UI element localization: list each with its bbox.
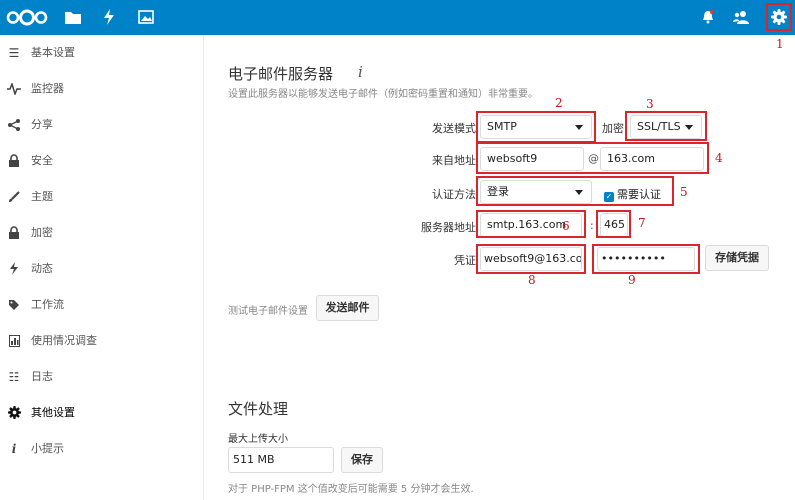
log-icon: ☷ (8, 370, 20, 384)
port-separator: : (590, 219, 594, 232)
auth-method-label: 认证方法 (432, 188, 476, 201)
sidebar-item-label: 使用情况调查 (31, 334, 97, 347)
annotation-box (592, 244, 700, 274)
annotation-box-settings (766, 3, 792, 31)
sidebar-item-label: 日志 (31, 370, 53, 383)
sidebar: ☰ 基本设置 监控器 分享 安全 主题 加密 动态 工作流 使用情况调查 ☷ 日… (0, 35, 204, 500)
lock-icon (6, 225, 22, 241)
from-address-label: 来自地址 (432, 154, 476, 167)
annotation-box (625, 111, 707, 141)
annotation-number: 3 (646, 97, 654, 111)
share-icon (6, 117, 22, 133)
sidebar-item-label: 加密 (31, 226, 53, 239)
brush-icon (6, 189, 22, 205)
encryption-label: 加密 (602, 122, 624, 135)
sidebar-item-label: 工作流 (31, 298, 64, 311)
sidebar-item-survey[interactable]: 使用情况调查 (0, 323, 203, 359)
sidebar-item-monitoring[interactable]: 监控器 (0, 71, 203, 107)
max-upload-label: 最大上传大小 (228, 434, 288, 445)
flash-icon (6, 261, 22, 277)
sidebar-item-label: 主题 (31, 190, 53, 203)
email-description: 设置此服务器以能够发送电子邮件（例如密码重置和通知）非常重要。 (228, 89, 538, 100)
annotation-box (596, 210, 631, 238)
info-icon: i (11, 442, 17, 456)
pulse-icon (6, 81, 22, 97)
annotation-number: 7 (638, 216, 646, 230)
annotation-number: 1 (776, 37, 784, 51)
sidebar-item-tips[interactable]: i 小提示 (0, 431, 203, 467)
server-address-label: 服务器地址 (421, 221, 476, 234)
annotation-number: 5 (680, 185, 688, 199)
sidebar-item-encryption[interactable]: 加密 (0, 215, 203, 251)
annotation-box (476, 111, 596, 143)
sidebar-item-label: 动态 (31, 262, 53, 275)
php-fpm-note: 对于 PHP-FPM 这个值改变后可能需要 5 分钟才会生效. (228, 484, 474, 495)
nextcloud-logo[interactable] (6, 9, 48, 26)
list-icon: ☰ (8, 46, 20, 60)
sidebar-item-theming[interactable]: 主题 (0, 179, 203, 215)
notifications-icon[interactable] (702, 10, 714, 24)
annotation-number: 6 (562, 219, 570, 233)
credentials-label: 凭证 (454, 254, 476, 267)
store-credentials-button[interactable]: 存储凭据 (705, 245, 769, 271)
sidebar-item-basic-settings[interactable]: ☰ 基本设置 (0, 35, 203, 71)
file-handling-title: 文件处理 (228, 400, 289, 418)
test-email-label: 测试电子邮件设置 (228, 306, 308, 317)
save-button[interactable]: 保存 (341, 447, 383, 473)
annotation-number: 8 (528, 273, 536, 287)
sidebar-item-additional-settings[interactable]: 其他设置 (0, 395, 203, 431)
annotation-box (476, 142, 709, 174)
annotation-number: 9 (628, 273, 636, 287)
lock-icon (6, 153, 22, 169)
sidebar-item-label: 其他设置 (31, 406, 75, 419)
annotation-number: 2 (555, 96, 563, 110)
sidebar-item-label: 小提示 (31, 442, 64, 455)
sidebar-item-label: 分享 (31, 118, 53, 131)
send-mode-label: 发送模式 (432, 122, 476, 135)
sidebar-item-workflow[interactable]: 工作流 (0, 287, 203, 323)
email-section-title: 电子邮件服务器 (228, 65, 334, 83)
annotation-number: 4 (715, 151, 723, 165)
survey-icon (6, 333, 22, 349)
activity-icon[interactable] (103, 9, 115, 25)
gear-icon (6, 405, 22, 421)
sidebar-item-label: 基本设置 (31, 46, 75, 59)
max-upload-input[interactable]: 511 MB (228, 447, 334, 473)
sidebar-item-security[interactable]: 安全 (0, 143, 203, 179)
annotation-box (476, 176, 674, 206)
tag-icon (6, 297, 22, 313)
files-icon[interactable] (65, 10, 81, 24)
sidebar-item-logging[interactable]: ☷ 日志 (0, 359, 203, 395)
gallery-icon[interactable] (138, 10, 154, 24)
header-bar (0, 0, 795, 35)
info-icon[interactable]: i (358, 63, 363, 81)
sidebar-item-label: 安全 (31, 154, 53, 167)
sidebar-item-activity[interactable]: 动态 (0, 251, 203, 287)
sidebar-item-sharing[interactable]: 分享 (0, 107, 203, 143)
send-email-button[interactable]: 发送邮件 (316, 295, 379, 321)
annotation-box (476, 244, 586, 274)
sidebar-item-label: 监控器 (31, 82, 64, 95)
contacts-icon[interactable] (733, 10, 749, 24)
